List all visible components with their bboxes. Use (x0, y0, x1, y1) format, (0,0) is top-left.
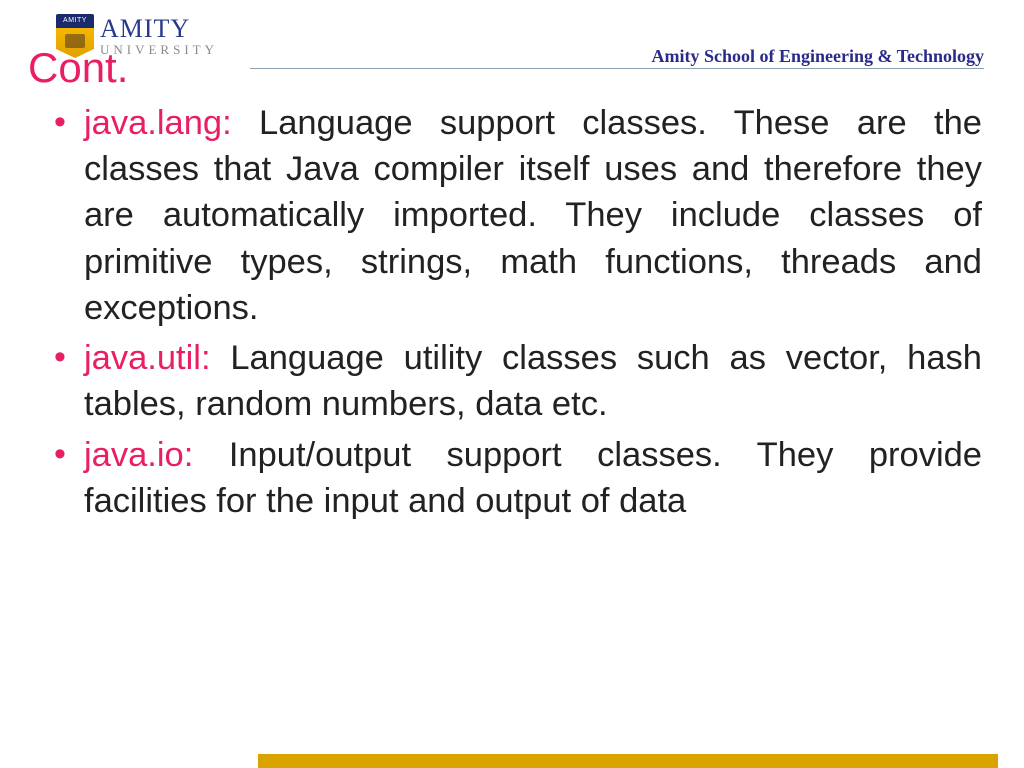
footer-accent-bar (258, 754, 998, 768)
slide-content: java.lang: Language support classes. The… (48, 100, 982, 528)
slide-title: Cont. (28, 44, 128, 92)
shield-top-text: AMITY (56, 14, 94, 28)
header-divider (250, 68, 984, 69)
bullet-item: java.io: Input/output support classes. T… (48, 432, 982, 524)
package-name: java.io: (84, 436, 193, 474)
school-name: Amity School of Engineering & Technology (651, 46, 984, 67)
bullet-item: java.lang: Language support classes. The… (48, 100, 982, 331)
bullet-item: java.util: Language utility classes such… (48, 335, 982, 427)
bullet-body: Input/output support classes. They provi… (84, 436, 982, 520)
slide-header: AMITY AMITY UNIVERSITY Amity School of E… (0, 0, 1024, 70)
package-name: java.util: (84, 339, 211, 377)
logo-main-text: AMITY (100, 16, 260, 42)
package-name: java.lang: (84, 104, 232, 142)
bullet-body: Language utility classes such as vector,… (84, 339, 982, 423)
